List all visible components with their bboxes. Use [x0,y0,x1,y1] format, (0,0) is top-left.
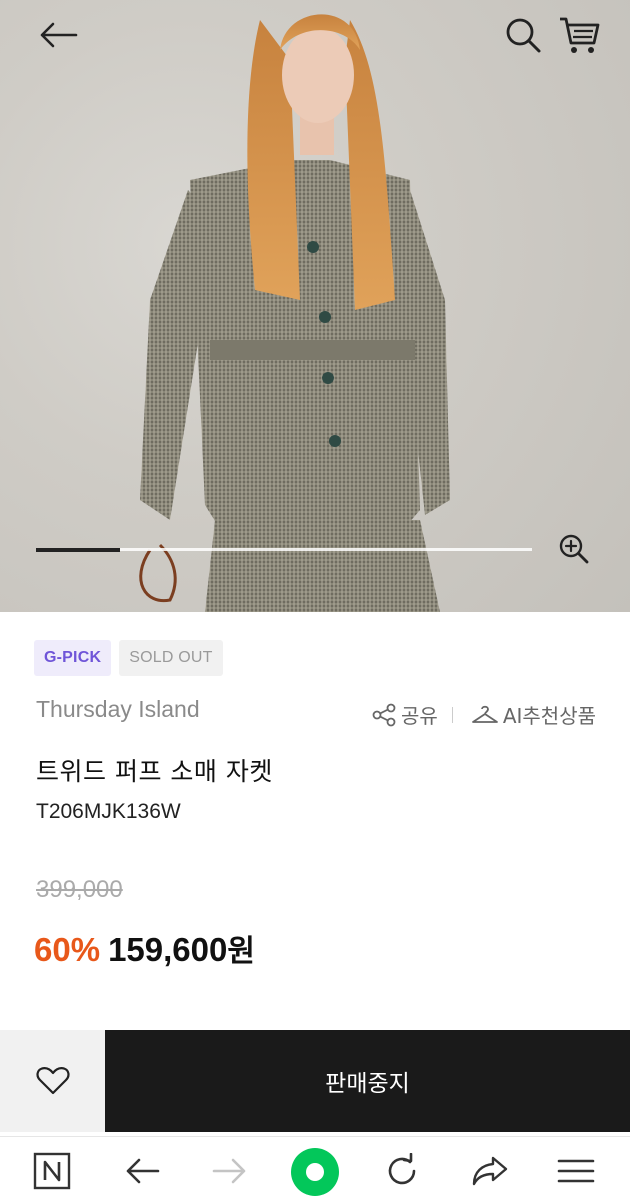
zoom-button[interactable] [555,530,593,568]
browser-forward-button[interactable] [210,1151,250,1191]
naver-n-icon [33,1152,71,1190]
naver-home-button[interactable] [32,1151,72,1191]
sale-price: 159,600 [108,931,228,968]
browser-back-button[interactable] [122,1151,162,1191]
ai-recommend-button[interactable]: AI추천상품 [471,700,596,729]
arrow-left-icon [40,22,78,48]
product-title: 트위드 퍼프 소매 자켓 [36,757,273,786]
search-icon [506,18,541,53]
discount-rate: 60% [34,931,101,968]
ai-recommend-label: AI추천상품 [502,704,596,728]
share-arrow-icon [472,1156,508,1186]
share-icon [372,703,396,726]
share-page-button[interactable] [470,1151,510,1191]
badge-list: G-PICK SOLD OUT [34,640,223,676]
product-image[interactable] [0,0,630,612]
refresh-icon [388,1153,416,1185]
price-row: 60% 159,600원 [34,926,255,970]
product-code: T206MJK136W [36,800,181,823]
browser-toolbar [0,1136,630,1200]
share-button[interactable]: 공유 [371,700,438,729]
cart-icon [560,17,600,53]
green-dot-button[interactable] [288,1145,342,1199]
gpick-badge: G-PICK [34,640,112,676]
hanger-icon [471,705,498,723]
sale-price-group: 159,600원 [108,926,255,970]
green-dot-home-icon [291,1148,339,1196]
zoom-in-icon [559,534,589,564]
refresh-button[interactable] [382,1151,422,1191]
gallery-progress-fill [36,547,121,552]
purchase-bar: 판매중지 [0,1030,630,1132]
heart-icon [35,1067,70,1095]
cart-button[interactable] [552,10,606,60]
wishlist-button[interactable] [0,1030,105,1132]
share-label: 공유 [401,704,438,728]
brand-name[interactable]: Thursday Island [36,696,200,723]
back-button[interactable] [30,12,86,58]
menu-button[interactable] [556,1151,596,1191]
sales-stopped-button[interactable]: 판매중지 [105,1030,630,1132]
forward-arrow-icon [212,1158,246,1184]
gallery-progress [36,547,532,552]
sold-out-badge: SOLD OUT [119,640,223,676]
menu-icon [557,1159,595,1183]
action-divider [451,706,453,723]
search-button[interactable] [498,10,548,60]
product-actions: 공유 AI추천상품 [371,700,596,729]
original-price: 399,000 [36,876,123,903]
model-photo [139,14,450,612]
currency-unit: 원 [227,934,255,969]
back-arrow-icon [126,1158,160,1184]
